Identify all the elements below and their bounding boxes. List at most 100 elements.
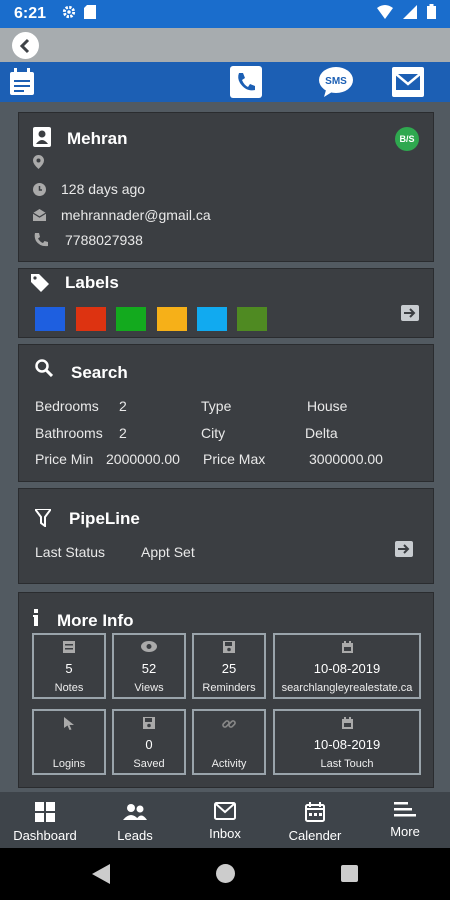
- top-bar: [0, 28, 450, 62]
- logins-tile[interactable]: Logins: [32, 709, 106, 775]
- calendar-icon: [10, 68, 34, 95]
- calendar-small-icon: [275, 641, 419, 653]
- recents-square-icon[interactable]: [341, 865, 358, 887]
- bathrooms-value: 2: [119, 425, 127, 441]
- pipeline-arrow-button[interactable]: [395, 541, 413, 557]
- price-max-label: Price Max: [203, 451, 266, 467]
- back-arrow-icon: [19, 38, 29, 53]
- eye-icon: [114, 641, 184, 652]
- source-tile[interactable]: 10-08-2019 searchlangleyrealestate.ca: [273, 633, 421, 699]
- city-value: Delta: [305, 425, 338, 441]
- phone-small-icon: [33, 232, 53, 248]
- logins-label: Logins: [52, 758, 86, 770]
- contact-phone[interactable]: 7788027938: [65, 232, 143, 248]
- people-icon: [123, 804, 147, 820]
- label-swatch[interactable]: [76, 307, 106, 331]
- saved-tile[interactable]: 0 Saved: [112, 709, 186, 775]
- arrow-right-icon: [398, 544, 410, 554]
- nav-calender-label: Calender: [288, 828, 342, 843]
- calendar-nav-icon: [305, 802, 325, 822]
- email-button[interactable]: [392, 66, 424, 98]
- home-circle-icon[interactable]: [216, 864, 235, 888]
- last-status-label: Last Status: [35, 544, 106, 560]
- saved-count: 0: [145, 737, 153, 752]
- last-touch-tile[interactable]: 10-08-2019 Last Touch: [273, 709, 421, 775]
- search-title: Search: [71, 363, 128, 382]
- more-info-card: More Info 5 Notes 52 Views 25 Reminders …: [18, 592, 434, 788]
- bedrooms-value: 2: [119, 398, 127, 414]
- reminders-tile[interactable]: 25 Reminders: [192, 633, 266, 699]
- price-min-value: 2000000.00: [106, 451, 180, 467]
- wifi-icon: [377, 4, 393, 24]
- pipeline-title: PipeLine: [69, 509, 140, 528]
- bedrooms-label: Bedrooms: [35, 398, 99, 414]
- last-touch-label: Last Touch: [320, 758, 374, 770]
- price-min-label: Price Min: [35, 451, 94, 467]
- views-tile[interactable]: 52 Views: [112, 633, 186, 699]
- search-icon: [35, 359, 54, 382]
- call-button[interactable]: [230, 66, 262, 98]
- link-icon: [194, 717, 264, 731]
- svg-text:SMS: SMS: [325, 76, 347, 87]
- label-swatch[interactable]: [35, 307, 65, 331]
- label-swatch[interactable]: [197, 307, 227, 331]
- envelope-icon: [392, 67, 424, 97]
- label-swatch[interactable]: [237, 307, 267, 331]
- notes-tile[interactable]: 5 Notes: [32, 633, 106, 699]
- email-row[interactable]: mehrannader@gmail.ca: [33, 207, 211, 223]
- views-label: Views: [134, 682, 164, 694]
- phone-icon: [230, 66, 262, 98]
- source-date: 10-08-2019: [313, 661, 381, 676]
- nav-inbox-label: Inbox: [209, 826, 241, 841]
- back-button[interactable]: [12, 32, 39, 59]
- reminders-count: 25: [221, 661, 237, 676]
- tag-icon: [31, 274, 49, 297]
- phone-row[interactable]: 7788027938: [33, 232, 143, 248]
- activity-label: Activity: [211, 758, 247, 770]
- arrow-right-icon: [404, 308, 416, 318]
- nav-leads[interactable]: Leads: [90, 792, 180, 848]
- nav-more[interactable]: More: [360, 792, 450, 848]
- inbox-icon: [214, 802, 236, 820]
- contact-email[interactable]: mehrannader@gmail.ca: [61, 207, 211, 223]
- labels-arrow-button[interactable]: [401, 305, 419, 321]
- contact-name: Mehran: [67, 129, 128, 148]
- system-nav-bar: [0, 848, 450, 900]
- label-swatch[interactable]: [157, 307, 187, 331]
- nav-calender[interactable]: Calender: [270, 792, 360, 848]
- type-label: Type: [201, 398, 232, 414]
- location-row: [33, 155, 53, 169]
- nav-dashboard[interactable]: Dashboard: [0, 792, 90, 848]
- label-swatch[interactable]: [116, 307, 146, 331]
- buyer-seller-badge: B/S: [395, 127, 419, 151]
- last-touch-date: 10-08-2019: [313, 737, 381, 752]
- menu-lines-icon: [394, 802, 416, 817]
- info-icon: [33, 609, 41, 632]
- sms-icon: SMS: [319, 67, 353, 97]
- cursor-icon: [34, 717, 104, 730]
- last-contact-row: 128 days ago: [33, 181, 145, 197]
- sms-button[interactable]: SMS: [318, 66, 354, 98]
- notes-count: 5: [65, 661, 73, 676]
- settings-icon: [62, 5, 76, 24]
- price-max-value: 3000000.00: [309, 451, 383, 467]
- back-triangle-icon[interactable]: [92, 864, 110, 889]
- nav-dashboard-label: Dashboard: [13, 828, 77, 843]
- more-info-title: More Info: [57, 611, 134, 630]
- labels-title: Labels: [65, 273, 119, 292]
- activity-tile[interactable]: Activity: [192, 709, 266, 775]
- clock-icon: [33, 182, 53, 196]
- calendar-button[interactable]: [6, 66, 38, 98]
- status-time: 6:21: [14, 5, 47, 22]
- source-label: searchlangleyrealestate.ca: [281, 682, 413, 694]
- last-status-value: Appt Set: [141, 544, 195, 560]
- saved-label: Saved: [133, 758, 165, 770]
- bottom-nav: Dashboard Leads Inbox Calender More: [0, 792, 450, 848]
- contact-card: Mehran B/S 128 days ago mehrannader@gmai…: [18, 112, 434, 262]
- nav-inbox[interactable]: Inbox: [180, 792, 270, 848]
- last-contact-text: 128 days ago: [61, 181, 146, 197]
- notes-label: Notes: [54, 682, 84, 694]
- calendar-small-icon: [275, 717, 419, 729]
- mail-open-icon: [33, 209, 53, 221]
- type-value: House: [307, 398, 348, 414]
